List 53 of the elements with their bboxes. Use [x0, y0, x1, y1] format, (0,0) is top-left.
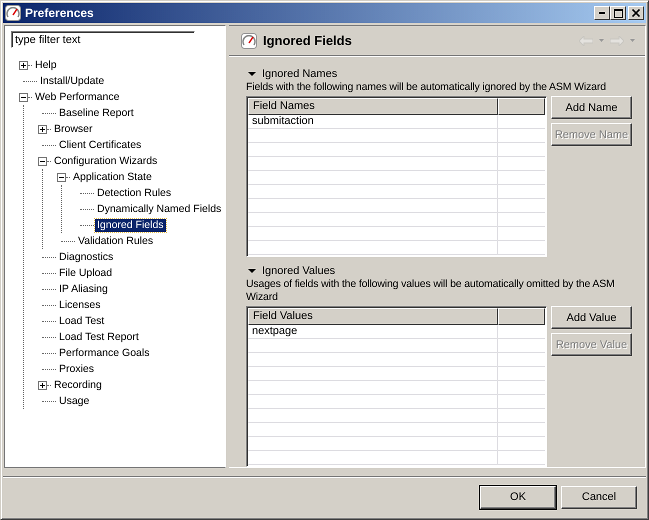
tree-item[interactable]: Client Certificates: [57, 138, 144, 152]
gauge-icon: [5, 5, 21, 21]
table-cell[interactable]: nextpage: [248, 325, 498, 338]
action-button[interactable]: Add Name: [551, 96, 632, 119]
tree-item[interactable]: Proxies: [57, 362, 96, 376]
tree-item[interactable]: Load Test Report: [57, 330, 141, 344]
collapse-icon[interactable]: [19, 92, 28, 102]
maximize-icon: [614, 8, 622, 18]
expand-icon[interactable]: [38, 124, 47, 134]
dialog-button[interactable]: OK: [480, 486, 556, 508]
collapse-triangle-icon[interactable]: [248, 267, 256, 275]
minimize-icon: [599, 12, 605, 14]
tree-item[interactable]: Recording: [52, 378, 104, 392]
close-icon: [632, 9, 640, 17]
tree-item[interactable]: IP Aliasing: [57, 282, 110, 296]
tree-item[interactable]: Usage: [57, 394, 92, 408]
tree-item[interactable]: Performance Goals: [57, 346, 152, 360]
tree-item[interactable]: Application State: [71, 170, 154, 184]
tree-item[interactable]: Browser: [52, 122, 95, 136]
page-title: Ignored Fields: [263, 33, 352, 48]
section-title[interactable]: Ignored Values: [262, 265, 336, 277]
tree-item[interactable]: Help: [33, 58, 59, 72]
collapse-icon[interactable]: [57, 172, 66, 182]
close-button[interactable]: [628, 6, 644, 20]
minimize-button[interactable]: [594, 6, 610, 20]
section-description: Fields with the following names will be automatically ignored by the ASM Wizard: [246, 81, 607, 94]
tree-item[interactable]: Load Test: [57, 314, 106, 328]
tree-item[interactable]: File Upload: [57, 266, 114, 280]
action-button[interactable]: Add Value: [551, 306, 632, 329]
tree-item[interactable]: Install/Update: [38, 74, 106, 88]
tree-item[interactable]: Ignored Fields: [95, 218, 166, 232]
tree-item[interactable]: Validation Rules: [76, 234, 156, 248]
tree-item[interactable]: Web Performance: [33, 90, 122, 104]
gauge-icon: [241, 32, 257, 48]
tree-item[interactable]: Baseline Report: [57, 106, 136, 120]
section-description: Usages of fields with the following values will be automatically omitted by the ASM Wizard: [246, 278, 616, 304]
dialog-button[interactable]: Cancel: [561, 486, 637, 508]
section-title[interactable]: Ignored Names: [262, 68, 338, 80]
collapse-icon[interactable]: [38, 156, 47, 166]
tree-item[interactable]: Dynamically Named Fields: [95, 202, 224, 216]
column-header[interactable]: Field Names: [248, 98, 498, 115]
filter-field[interactable]: type filter text: [11, 31, 195, 48]
expand-icon[interactable]: [19, 60, 28, 70]
tree-item[interactable]: Detection Rules: [95, 186, 174, 200]
tree-item[interactable]: Licenses: [57, 298, 102, 312]
collapse-triangle-icon[interactable]: [248, 70, 256, 78]
maximize-button[interactable]: [610, 6, 626, 20]
table-cell[interactable]: submitaction: [248, 115, 498, 128]
column-header[interactable]: Field Values: [248, 308, 498, 325]
tree-item[interactable]: Diagnostics: [57, 250, 116, 264]
expand-icon[interactable]: [38, 380, 47, 390]
window-title: Preferences: [25, 6, 94, 20]
tree-item[interactable]: Configuration Wizards: [52, 154, 160, 168]
